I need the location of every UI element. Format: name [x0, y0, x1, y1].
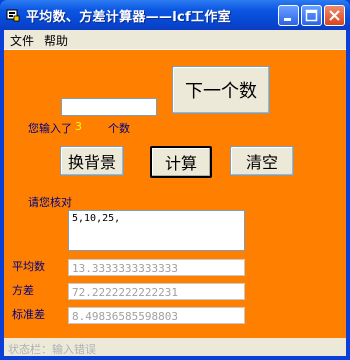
maximize-button[interactable]: [301, 5, 322, 26]
change-background-button[interactable]: 换背景: [60, 146, 124, 176]
close-icon: [329, 10, 340, 21]
title-bar[interactable]: 平均数、方差计算器——lcf工作室: [0, 0, 350, 30]
mean-field[interactable]: 13.3333333333333: [68, 259, 245, 276]
count-suffix-label: 个数: [108, 122, 130, 135]
clear-button[interactable]: 清空: [230, 146, 294, 176]
stddev-field[interactable]: 8.49836585598803: [68, 307, 245, 324]
app-window: 平均数、方差计算器——lcf工作室 文件 帮助 下一个数 您输入了 3 个数 换…: [0, 0, 350, 360]
check-label: 请您核对: [28, 196, 72, 209]
count-value: 3: [75, 120, 82, 133]
close-button[interactable]: [324, 5, 345, 26]
menu-file[interactable]: 文件: [10, 32, 34, 49]
status-bar: 状态栏：输入错误: [4, 338, 346, 356]
minimize-button[interactable]: [278, 5, 299, 26]
mean-label: 平均数: [12, 260, 45, 273]
count-prefix-label: 您输入了: [28, 122, 72, 135]
window-title: 平均数、方差计算器——lcf工作室: [26, 10, 231, 25]
variance-field[interactable]: 72.2222222222231: [68, 283, 245, 300]
number-input[interactable]: [61, 98, 157, 116]
app-icon: [6, 9, 20, 22]
minimize-icon: [284, 18, 291, 21]
variance-label: 方差: [12, 284, 34, 297]
stddev-label: 标准差: [12, 308, 45, 321]
menu-help[interactable]: 帮助: [44, 32, 68, 49]
calculate-button[interactable]: 计算: [150, 146, 212, 178]
window-frame-right: [346, 30, 350, 360]
next-number-button[interactable]: 下一个数: [172, 66, 270, 114]
client-area: 文件 帮助 下一个数 您输入了 3 个数 换背景 计算 清空 请您核对 5,10…: [4, 30, 346, 356]
numbers-list-box[interactable]: 5,10,25,: [68, 210, 245, 251]
maximize-icon: [305, 9, 318, 22]
menu-bar: 文件 帮助: [4, 30, 346, 50]
